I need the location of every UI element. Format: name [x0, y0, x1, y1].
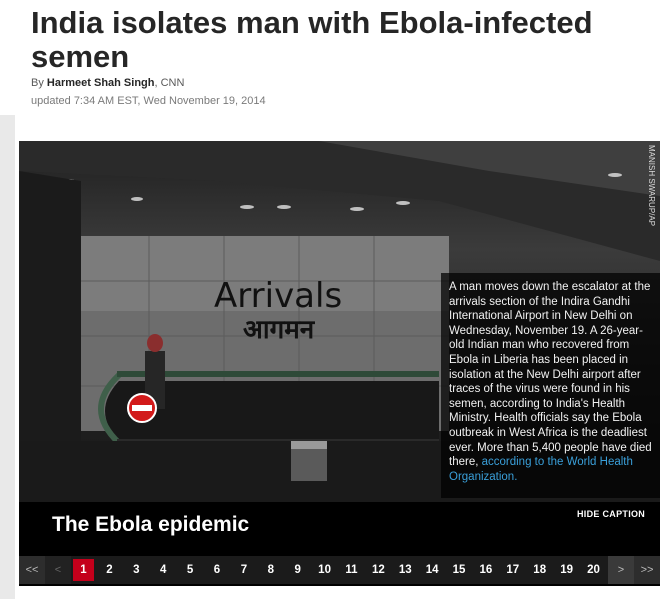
page-button-13[interactable]: 13 — [392, 556, 419, 584]
photo-gallery: Arrivals आगमन MANISH SWARUP/AP A man mov… — [19, 141, 660, 586]
hide-caption-button[interactable]: HIDE CAPTION — [577, 509, 645, 519]
page-button-8[interactable]: 8 — [257, 556, 284, 584]
updated-timestamp: updated 7:34 AM EST, Wed November 19, 20… — [31, 95, 266, 107]
page-button-14[interactable]: 14 — [419, 556, 446, 584]
page-button-20[interactable]: 20 — [580, 556, 607, 584]
page-button-1[interactable]: 1 — [73, 559, 94, 581]
page-button-18[interactable]: 18 — [526, 556, 553, 584]
byline: By Harmeet Shah Singh, CNN — [31, 77, 184, 89]
gallery-pager: << < 1 2 3 4 5 6 7 8 9 10 11 12 13 14 15 16 17 18 19 20 > >… — [19, 556, 660, 584]
page-list: 1 2 3 4 5 6 7 8 9 10 11 12 13 14 15 16 17 18 19 20 — [71, 556, 607, 584]
page-button-6[interactable]: 6 — [204, 556, 231, 584]
page-title: India isolates man with Ebola-infected s… — [31, 5, 593, 74]
author-link[interactable]: Harmeet Shah Singh — [47, 77, 155, 89]
page-button-17[interactable]: 17 — [499, 556, 526, 584]
next-page-button[interactable]: > — [608, 556, 634, 584]
page-button-11[interactable]: 11 — [338, 556, 365, 584]
page-button-10[interactable]: 10 — [311, 556, 338, 584]
page-button-9[interactable]: 9 — [284, 556, 311, 584]
prev-page-button[interactable]: < — [45, 556, 71, 584]
byline-source: , CNN — [154, 77, 185, 89]
page-button-5[interactable]: 5 — [177, 556, 204, 584]
photo-credit-text: MANISH SWARUP/AP — [647, 145, 656, 227]
caption-text: A man moves down the escalator at the ar… — [449, 281, 652, 469]
left-rail — [0, 115, 15, 599]
page-button-15[interactable]: 15 — [446, 556, 473, 584]
gallery-title: The Ebola epidemic — [52, 513, 250, 536]
last-page-button[interactable]: >> — [634, 556, 660, 584]
gallery-photo: Arrivals आगमन MANISH SWARUP/AP A man mov… — [19, 141, 660, 502]
page-button-4[interactable]: 4 — [150, 556, 177, 584]
byline-prefix: By — [31, 77, 47, 89]
photo-text-hindi: आगमन — [243, 315, 316, 345]
caption-panel: A man moves down the escalator at the ar… — [441, 273, 660, 498]
first-page-button[interactable]: << — [19, 556, 45, 584]
photo-text-arrivals: Arrivals — [214, 276, 342, 316]
page-button-2[interactable]: 2 — [96, 556, 123, 584]
page-button-12[interactable]: 12 — [365, 556, 392, 584]
page-button-19[interactable]: 19 — [553, 556, 580, 584]
page-button-7[interactable]: 7 — [230, 556, 257, 584]
page-button-16[interactable]: 16 — [472, 556, 499, 584]
page-button-3[interactable]: 3 — [123, 556, 150, 584]
photo-credit: MANISH SWARUP/AP — [644, 145, 658, 285]
